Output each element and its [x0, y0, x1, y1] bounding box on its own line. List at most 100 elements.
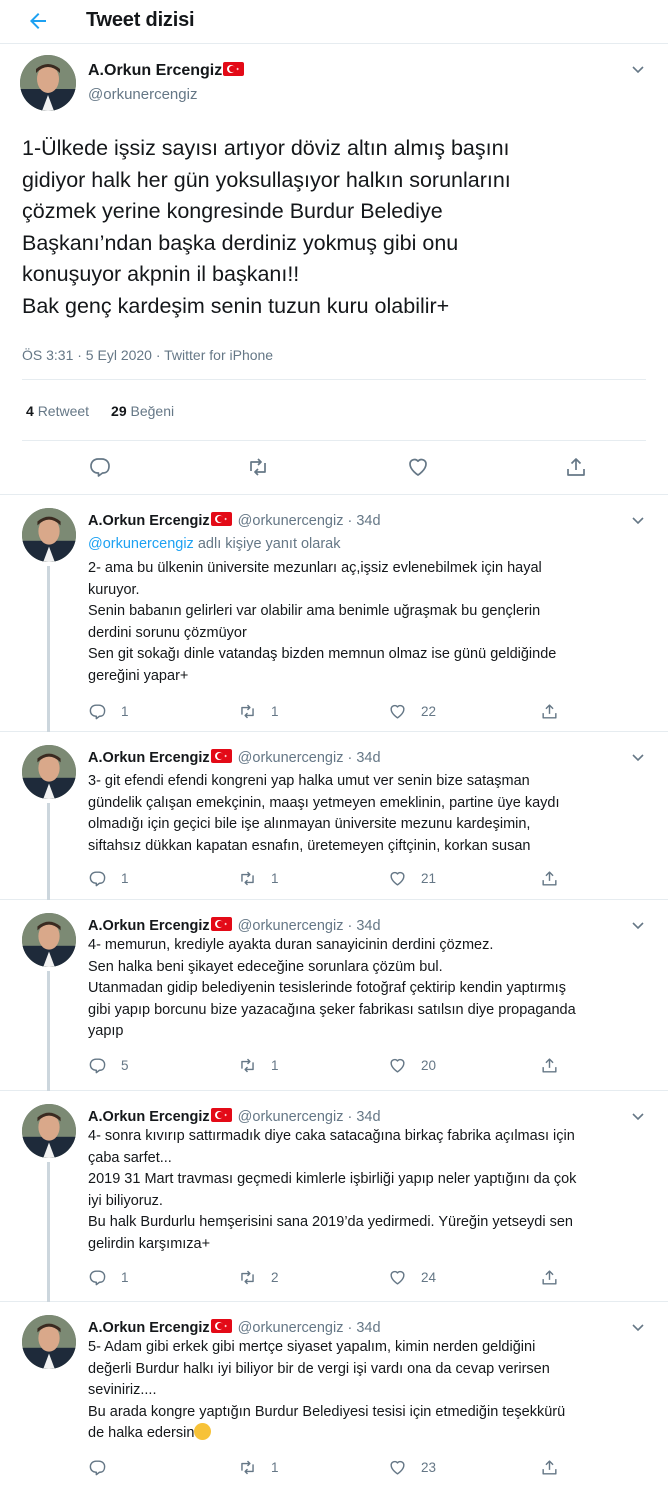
- avatar[interactable]: [20, 55, 76, 111]
- retweet-button[interactable]: 1: [238, 700, 279, 722]
- reply-actions: 5 1 20: [88, 1054, 568, 1076]
- share-icon: [542, 1459, 557, 1475]
- like-button[interactable]: 23: [388, 1456, 436, 1478]
- reply-text: 4- memurun, krediyle ayakta duran sanayi…: [88, 935, 648, 1043]
- share-button[interactable]: [540, 1266, 559, 1288]
- like-count-link[interactable]: 29 Beğeni: [111, 403, 174, 419]
- handle-and-time[interactable]: @orkunercengiz · 34d: [238, 1320, 381, 1336]
- avatar[interactable]: [22, 508, 76, 562]
- turkey-flag-icon: [223, 62, 245, 76]
- reply-text-line: gibi yapıp borcunu bize yazacağına şeker…: [88, 1001, 576, 1018]
- author-handle[interactable]: @orkunercengiz: [88, 86, 197, 103]
- like-button[interactable]: 21: [388, 867, 436, 889]
- retweet-count-link[interactable]: 4 Retweet: [26, 403, 89, 419]
- reply-icon: [89, 1269, 106, 1285]
- reply-button[interactable]: 5: [88, 1054, 129, 1076]
- reply-text-line: seviniriz....: [88, 1382, 157, 1398]
- tweet-text: 1-Ülkede işsiz sayısı artıyor döviz altı…: [22, 133, 642, 322]
- turkey-flag-icon: [210, 749, 232, 763]
- reply-text-line: Bu arada kongre yaptığın Burdur Belediye…: [88, 1403, 566, 1420]
- share-icon: [542, 703, 557, 719]
- reply-button[interactable]: 1: [88, 700, 129, 722]
- reply-tweet[interactable]: A.Orkun Ercengiz @orkunercengiz · 34d @or…: [0, 496, 668, 732]
- retweet-button[interactable]: 1: [238, 1456, 279, 1478]
- reply-text-line: 4- sonra kıvırıp sattırmadık diye caka s…: [88, 1128, 575, 1144]
- like-button[interactable]: 22: [388, 700, 436, 722]
- reply-header: A.Orkun Ercengiz @orkunercengiz · 34d: [88, 1319, 381, 1336]
- retweet-icon[interactable]: [246, 455, 270, 479]
- reply-icon: [89, 1057, 106, 1073]
- reply-text-line: derdini sorunu çözmüyor: [88, 624, 247, 641]
- handle-and-time[interactable]: @orkunercengiz · 34d: [238, 750, 381, 766]
- replying-to: @orkunercengiz adlı kişiye yanıt olarak: [88, 536, 341, 552]
- like-button[interactable]: 20: [388, 1054, 436, 1076]
- tweet-timestamp[interactable]: ÖS 3:31 · 5 Eyl 2020 · Twitter for iPhon…: [22, 347, 273, 363]
- heart-icon: [390, 1460, 405, 1475]
- heart-icon: [390, 1270, 405, 1285]
- share-button[interactable]: [540, 1456, 559, 1478]
- heart-icon: [390, 1058, 405, 1073]
- handle-and-time[interactable]: @orkunercengiz · 34d: [238, 918, 381, 934]
- reply-header: A.Orkun Ercengiz @orkunercengiz · 34d: [88, 1108, 381, 1125]
- chevron-down-icon[interactable]: [630, 1319, 646, 1335]
- like-button[interactable]: 24: [388, 1266, 436, 1288]
- divider: [22, 440, 646, 441]
- reply-text-line: de halka edersin: [88, 1423, 648, 1445]
- tweet-text-line: çözmek yerine kongresinde Burdur Belediy…: [22, 199, 443, 223]
- handle-and-time[interactable]: @orkunercengiz · 34d: [238, 1109, 381, 1125]
- reply-tweet[interactable]: A.Orkun Ercengiz @orkunercengiz · 34d 4- …: [0, 1092, 668, 1302]
- reply-button[interactable]: 1: [88, 867, 129, 889]
- avatar[interactable]: [22, 1315, 76, 1369]
- arrow-left-icon[interactable]: [26, 9, 50, 33]
- retweet-icon: [241, 1058, 254, 1072]
- heart-icon[interactable]: [406, 455, 430, 479]
- share-button[interactable]: [540, 700, 559, 722]
- reply-button[interactable]: 1: [88, 1266, 129, 1288]
- chevron-down-icon[interactable]: [630, 917, 646, 933]
- turkey-flag-icon: [210, 512, 232, 526]
- mention-link[interactable]: @orkunercengiz: [88, 536, 194, 552]
- chevron-down-icon[interactable]: [630, 512, 646, 528]
- chevron-down-icon[interactable]: [630, 61, 646, 77]
- retweet-button[interactable]: 2: [238, 1266, 279, 1288]
- tweet-stats: 4 Retweet 29 Beğeni: [26, 403, 174, 419]
- turkey-flag-icon: [210, 917, 232, 931]
- top-bar: Tweet dizisi: [0, 0, 668, 44]
- author-name[interactable]: A.Orkun Ercengiz: [88, 62, 245, 80]
- hugging-face-emoji-icon: [194, 1423, 212, 1440]
- author-name[interactable]: A.Orkun Ercengiz: [88, 1109, 210, 1125]
- avatar[interactable]: [22, 745, 76, 799]
- handle-and-time[interactable]: @orkunercengiz · 34d: [238, 513, 381, 529]
- reply-text-line: 2019 31 Mart travması geçmedi kimlerle i…: [88, 1171, 577, 1187]
- author-name[interactable]: A.Orkun Ercengiz: [88, 1320, 210, 1336]
- avatar[interactable]: [22, 913, 76, 967]
- share-button[interactable]: [540, 1054, 559, 1076]
- reply-text-line: Bu halk Burdurlu hemşerisini sana 2019’d…: [88, 1214, 573, 1230]
- author-name[interactable]: A.Orkun Ercengiz: [88, 750, 210, 766]
- share-button[interactable]: [540, 867, 559, 889]
- reply-tweet[interactable]: A.Orkun Ercengiz @orkunercengiz · 34d 5- …: [0, 1303, 668, 1486]
- reply-tweet[interactable]: A.Orkun Ercengiz @orkunercengiz · 34d 3- …: [0, 733, 668, 900]
- share-icon[interactable]: [564, 455, 588, 479]
- reply-text-line: 4- memurun, krediyle ayakta duran sanayi…: [88, 937, 494, 953]
- tweet-text-line: konuşuyor akpnin il başkanı!!: [22, 262, 300, 286]
- avatar[interactable]: [22, 1104, 76, 1158]
- reply-text-line: 2- ama bu ülkenin üniversite mezunları a…: [88, 560, 542, 576]
- retweet-button[interactable]: 1: [238, 1054, 279, 1076]
- reply-button[interactable]: [88, 1456, 121, 1478]
- divider: [22, 379, 646, 380]
- author-name[interactable]: A.Orkun Ercengiz: [88, 513, 210, 529]
- reply-icon: [89, 703, 106, 719]
- reply-text-line: yapıp: [88, 1023, 124, 1039]
- retweet-button[interactable]: 1: [238, 867, 279, 889]
- reply-tweet[interactable]: A.Orkun Ercengiz @orkunercengiz · 34d 4- …: [0, 901, 668, 1091]
- chevron-down-icon[interactable]: [630, 1108, 646, 1124]
- tweet-text-line: Başkanı’ndan başka derdiniz yokmuş gibi …: [22, 230, 459, 255]
- turkey-flag-icon: [210, 1319, 232, 1333]
- author-name[interactable]: A.Orkun Ercengiz: [88, 918, 210, 934]
- reply-text-line: iyi biliyoruz.: [88, 1192, 163, 1209]
- chevron-down-icon[interactable]: [630, 749, 646, 765]
- main-tweet: A.Orkun Ercengiz @orkunercengiz 1-Ülkede…: [0, 45, 668, 495]
- reply-icon[interactable]: [88, 455, 112, 479]
- reply-text-line: Sen git sokağı dinle vatandaş bizden mem…: [88, 646, 557, 662]
